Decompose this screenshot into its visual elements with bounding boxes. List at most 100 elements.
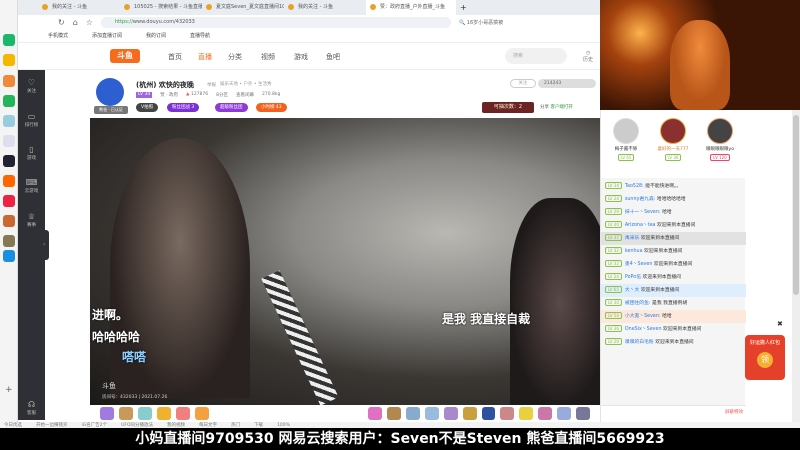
share-button[interactable]: 分享: [540, 105, 549, 110]
chat-toolbar[interactable]: 屏蔽特效: [601, 405, 746, 422]
p-icon[interactable]: [3, 250, 15, 262]
home-icon[interactable]: ⌂: [73, 18, 78, 27]
add-icon[interactable]: +: [5, 385, 13, 395]
bookmark[interactable]: 添加直播订阅: [92, 30, 122, 42]
username[interactable]: 小大宽丶Seven:: [625, 314, 661, 319]
tab[interactable]: 105025 - 搜索结果 - 斗鱼直播: [120, 0, 202, 15]
sidebar-game[interactable]: ▯ 游戏: [18, 145, 45, 161]
doc-icon[interactable]: [3, 135, 15, 147]
gift-icon[interactable]: [576, 407, 591, 420]
tab[interactable]: 我的关注 - 斗鱼: [284, 0, 366, 15]
username[interactable]: 禹采乐: [625, 236, 639, 241]
contributor[interactable]: 眼眼眼眼眼yo LV 120: [697, 118, 743, 161]
gift-icon[interactable]: [462, 407, 477, 420]
game-icon[interactable]: [3, 215, 15, 227]
block-effects-toggle[interactable]: 屏蔽特效: [725, 409, 743, 415]
gift-icon[interactable]: [175, 407, 190, 420]
tab[interactable]: 夏文庭Seven_夏文庭直播间105025: [202, 0, 284, 15]
gift-icon[interactable]: [118, 407, 133, 420]
user-level: LV 32: [605, 247, 622, 254]
cat-avatar: [670, 20, 730, 110]
menu-live[interactable]: 直播: [198, 52, 212, 62]
gift-icon[interactable]: [194, 407, 209, 420]
sidebar-toggle[interactable]: ›: [43, 230, 49, 260]
page-scrollbar[interactable]: [792, 110, 800, 422]
username[interactable]: PoPo伍: [625, 275, 641, 280]
sidebar-cloud-game[interactable]: ⌨ 云游戏: [18, 178, 45, 194]
badge-fan-battle[interactable]: 粉丝团战 3: [167, 103, 200, 112]
menu-home[interactable]: 首页: [168, 52, 182, 62]
gift-icon[interactable]: [424, 407, 439, 420]
douyu-logo[interactable]: 斗鱼: [110, 49, 140, 63]
sidebar-follow[interactable]: ♡ 关注: [18, 78, 45, 94]
gift-icon[interactable]: [367, 407, 382, 420]
username[interactable]: 被困住的鱼:: [625, 301, 651, 306]
username[interactable]: 墨4丶Seven: [625, 262, 652, 267]
video-player[interactable]: 进啊。 哈哈哈哈 嗒嗒 是我 我直接自裁 斗鱼 房间号：432033 | 202…: [90, 118, 600, 405]
username[interactable]: 大丶大: [625, 288, 639, 293]
username[interactable]: OneSix丶Seven: [625, 327, 662, 332]
client-open-button[interactable]: 客户端打开: [550, 105, 573, 110]
username[interactable]: 嗅嗅的白毛粉: [625, 340, 654, 345]
lottery-button[interactable]: 可抽次数：2: [482, 102, 534, 113]
badge-hour-rank[interactable]: 小时榜 43: [256, 103, 287, 112]
room-category[interactable]: 娱乐天地 • 户外 • 生活秀: [220, 81, 272, 87]
username[interactable]: Tao528:: [625, 184, 644, 189]
username[interactable]: sunny君九森:: [625, 197, 655, 202]
cloud-icon[interactable]: [3, 115, 15, 127]
weibo-icon[interactable]: [3, 75, 15, 87]
username[interactable]: kenhua: [625, 249, 643, 254]
bookmark[interactable]: 我的订阅: [146, 30, 166, 42]
new-tab-icon[interactable]: +: [456, 3, 467, 12]
browser-search[interactable]: 🔍 16岁小哥恶搞被: [459, 19, 503, 26]
gift-icon[interactable]: [500, 407, 515, 420]
gift-icon[interactable]: [137, 407, 152, 420]
ie-icon[interactable]: [3, 34, 15, 46]
gift-icon[interactable]: [156, 407, 171, 420]
gift-pk-icon[interactable]: [100, 407, 114, 420]
bookmark[interactable]: 直播导航: [190, 30, 210, 42]
star-icon[interactable]: ☆: [86, 18, 93, 27]
url-input[interactable]: https://www.douyu.com/432033: [100, 17, 451, 28]
username[interactable]: Arizona丶tea: [625, 223, 656, 228]
menu-yuba[interactable]: 鱼吧: [326, 52, 340, 62]
video-icon[interactable]: [3, 195, 15, 207]
shop-icon[interactable]: [3, 175, 15, 187]
username[interactable]: 抹十一丶Seven:: [625, 210, 661, 215]
contributor[interactable]: 喜好的一天777 LV 36: [650, 118, 696, 161]
menu-video[interactable]: 视频: [261, 52, 275, 62]
badge-super-fans[interactable]: 超级粉丝团: [215, 103, 248, 112]
site-search-input[interactable]: 搜索: [505, 48, 567, 64]
gift-icon[interactable]: [557, 407, 572, 420]
tab-active[interactable]: 赞：政府直播_户外直播_斗鱼: [366, 0, 456, 15]
sidebar-rank[interactable]: ▭ 排行榜: [18, 112, 45, 128]
scrollbar-thumb[interactable]: [793, 115, 799, 295]
gift-icon[interactable]: [386, 407, 401, 420]
bookmark[interactable]: 手机模式: [48, 30, 68, 42]
history-button[interactable]: ◷ 历史: [583, 50, 593, 63]
app-icon[interactable]: [3, 155, 15, 167]
sidebar-support[interactable]: ☊ 客服: [18, 400, 45, 416]
avatar[interactable]: [96, 78, 124, 106]
reload-icon[interactable]: ↻: [58, 18, 65, 27]
gift-icon[interactable]: [519, 407, 534, 420]
gift-icon[interactable]: [443, 407, 458, 420]
menu-game[interactable]: 游戏: [294, 52, 308, 62]
sidebar-events[interactable]: ♕ 赛事: [18, 212, 45, 228]
contributor[interactable]: 梅子酱不够 LV 65: [603, 118, 649, 161]
badge-vphoto[interactable]: V拍照: [136, 103, 159, 112]
label: 云游戏: [24, 189, 39, 194]
gift-icon[interactable]: [405, 407, 420, 420]
report-link[interactable]: 举报: [207, 82, 216, 88]
follow-button[interactable]: 关注: [510, 79, 536, 88]
menu-category[interactable]: 分类: [228, 52, 242, 62]
fans-count[interactable]: 214243: [538, 79, 596, 88]
game2-icon[interactable]: [3, 235, 15, 247]
mail-icon[interactable]: [3, 95, 15, 107]
gift-icon[interactable]: [538, 407, 553, 420]
gift-icon[interactable]: [481, 407, 496, 420]
red-packet-promo[interactable]: 好运撒人红包领: [745, 335, 785, 380]
favorites-icon[interactable]: [3, 54, 15, 66]
tab[interactable]: 我的关注 - 斗鱼: [38, 0, 120, 15]
close-icon[interactable]: ✖: [777, 320, 783, 328]
